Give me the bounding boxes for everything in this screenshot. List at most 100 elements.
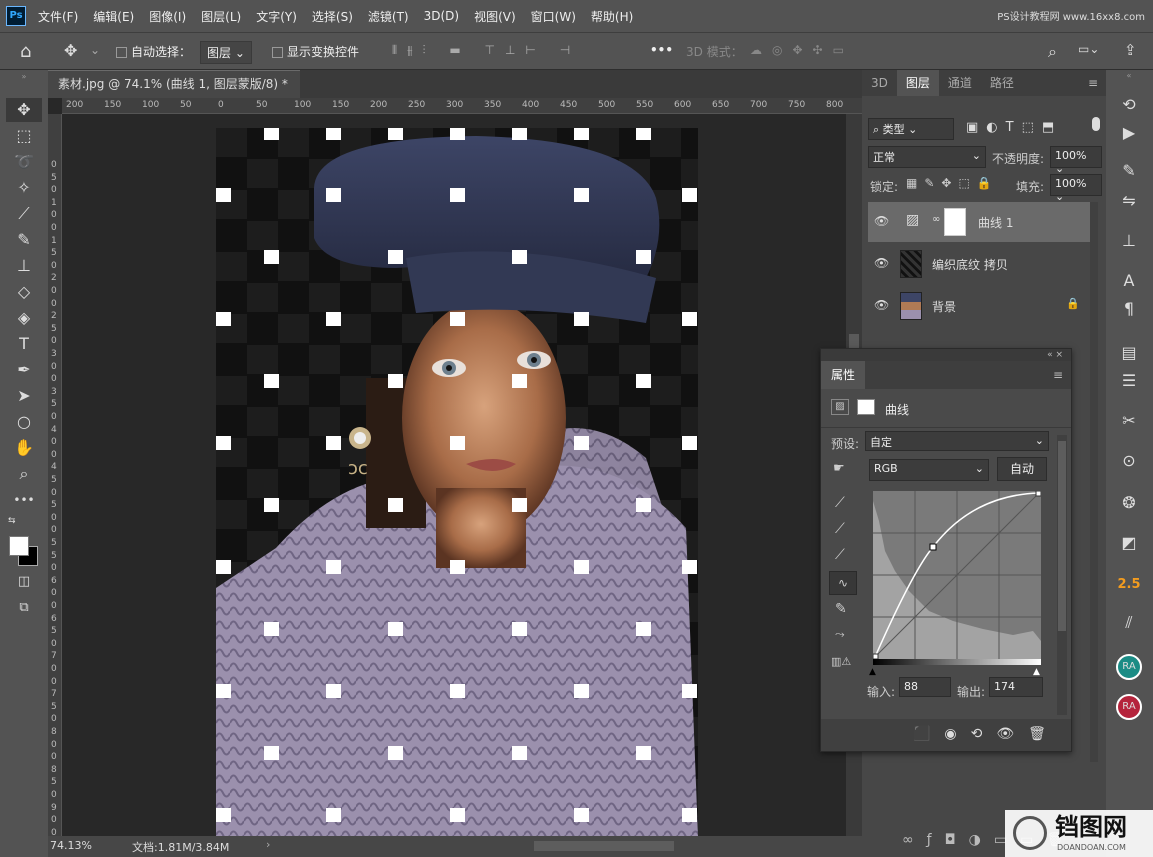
visibility-eye-icon[interactable]: 👁 [874, 256, 889, 270]
adjust-icon[interactable]: ⇋ [1114, 188, 1144, 214]
layer-row-background[interactable]: 👁 背景 🔒 [868, 286, 1092, 326]
layer-filter-dropdown[interactable]: ⌕ 类型 ⌄ [868, 118, 954, 140]
clipping-warning-icon[interactable]: ▥⚠ [831, 655, 851, 668]
move-tool-icon[interactable]: ✥ [6, 98, 42, 122]
fill-field[interactable]: 100% ⌄ [1050, 174, 1102, 203]
layer-comps-icon[interactable]: ◩ [1114, 530, 1144, 556]
share-icon[interactable]: ⇪ [1124, 41, 1137, 59]
eraser-tool-icon[interactable]: ◇ [6, 280, 42, 304]
brush-tool-icon[interactable]: ✎ [6, 228, 42, 252]
menu-window[interactable]: 窗口(W) [531, 8, 576, 25]
workspace-icon[interactable]: ▭⌄ [1078, 42, 1099, 56]
panel-menu-icon[interactable]: ≡ [1080, 70, 1106, 96]
quick-mask-icon[interactable]: ◫ [6, 570, 42, 594]
status-arrow-icon[interactable]: › [266, 838, 270, 851]
menu-edit[interactable]: 编辑(E) [93, 8, 134, 25]
version-badge[interactable]: 2.5 [1114, 572, 1144, 598]
character-icon[interactable]: A [1114, 268, 1144, 294]
menu-select[interactable]: 选择(S) [312, 8, 353, 25]
hand-tool-icon[interactable]: ✋ [6, 436, 42, 460]
chevron-down-icon[interactable]: ⌄ [90, 43, 100, 57]
photoshop-logo[interactable]: Ps [6, 6, 26, 26]
zoom-level[interactable]: 74.13% [50, 839, 92, 852]
ra-red-icon[interactable]: RA [1116, 694, 1142, 720]
move-tool-icon[interactable]: ✥ [64, 41, 77, 60]
properties-scrollbar[interactable] [1057, 435, 1067, 715]
paragraph-icon[interactable]: ¶ [1114, 296, 1144, 322]
filter-toggle[interactable] [1092, 117, 1100, 131]
menu-layer[interactable]: 图层(L) [201, 8, 241, 25]
black-point-slider[interactable]: ▲ [869, 667, 876, 677]
path-select-icon[interactable]: ➤ [6, 384, 42, 408]
navigator-icon[interactable]: ⊙ [1114, 448, 1144, 474]
output-field[interactable]: 174 [989, 677, 1043, 697]
play-icon[interactable]: ▶ [1114, 120, 1144, 146]
layer-mask-thumbnail[interactable] [944, 208, 966, 236]
horizontal-scrollbar[interactable] [534, 841, 674, 851]
smooth-curve-icon[interactable]: ⤳ [835, 627, 845, 642]
lasso-tool-icon[interactable]: ➰ [6, 150, 42, 174]
collapse-icon[interactable]: « [1114, 70, 1144, 82]
auto-select-checkbox[interactable]: 自动选择： [116, 43, 191, 60]
cc-icon[interactable]: ❂ [1114, 490, 1144, 516]
show-transform-checkbox[interactable]: 显示变换控件 [272, 43, 359, 60]
menu-help[interactable]: 帮助(H) [591, 8, 633, 25]
properties-titlebar[interactable]: « × [821, 349, 1071, 361]
curve-control-point[interactable] [929, 543, 937, 551]
home-icon[interactable]: ⌂ [20, 41, 31, 62]
gray-point-eyedropper-icon[interactable]: ⟋ [835, 521, 845, 537]
foreground-color-swatch[interactable] [9, 536, 29, 556]
libraries-icon[interactable]: ▤ [1114, 340, 1144, 366]
menu-3d[interactable]: 3D(D) [424, 9, 459, 23]
type-tool-icon[interactable]: T [6, 332, 42, 356]
input-field[interactable]: 88 [899, 677, 951, 697]
magic-wand-icon[interactable]: ✧ [6, 176, 42, 200]
swap-colors-icon[interactable]: ⇆ [8, 516, 22, 530]
stamp-tool-icon[interactable]: ⊥ [6, 254, 42, 278]
preset-dropdown[interactable]: 自定 ⌄ [865, 431, 1049, 451]
tab-properties[interactable]: 属性 [821, 361, 866, 389]
brush-icon[interactable]: ⫽ [1114, 610, 1144, 636]
3d-mode-icons[interactable]: ☁◎✥✣▭ [750, 43, 854, 57]
menu-type[interactable]: 文字(Y) [256, 8, 297, 25]
paint-bucket-icon[interactable]: ◈ [6, 306, 42, 330]
pencil-curve-icon[interactable]: ✎ [835, 601, 847, 617]
history-icon[interactable]: ⟲ [1114, 92, 1144, 118]
tool-presets-icon[interactable]: ✂ [1114, 408, 1144, 434]
menu-file[interactable]: 文件(F) [38, 8, 78, 25]
white-point-slider[interactable]: ▲ [1033, 667, 1040, 677]
clone-source-icon[interactable]: ⊥ [1114, 228, 1144, 254]
tab-paths[interactable]: 路径 [981, 70, 1023, 96]
visibility-eye-icon[interactable]: 👁 [874, 298, 889, 312]
ra-teal-icon[interactable]: RA [1116, 654, 1142, 680]
curve-point-tool-icon[interactable]: ∿ [829, 571, 857, 595]
mask-icon[interactable] [857, 399, 875, 415]
opacity-field[interactable]: 100% ⌄ [1050, 146, 1102, 175]
pen-tool-icon[interactable]: ✒ [6, 358, 42, 382]
tab-3d[interactable]: 3D [862, 70, 897, 96]
checkbox-icon[interactable] [116, 47, 127, 58]
layer-row-weave-copy[interactable]: 👁 编织底纹 拷贝 [868, 244, 1092, 284]
targeted-adjust-icon[interactable]: ☛ [833, 461, 845, 476]
auto-button[interactable]: 自动 [997, 457, 1047, 481]
search-icon[interactable]: ⌕ [1048, 42, 1057, 62]
ellipse-tool-icon[interactable]: ○ [6, 410, 42, 434]
lock-icons[interactable]: ▦✎✥⬚🔒 [906, 176, 999, 190]
tab-layers[interactable]: 图层 [896, 70, 939, 96]
visibility-eye-icon[interactable]: 👁 [874, 214, 889, 228]
tab-channels[interactable]: 通道 [939, 70, 981, 96]
zoom-tool-icon[interactable]: ⌕ [6, 462, 42, 486]
brush-settings-icon[interactable]: ✎ [1114, 158, 1144, 184]
layer-filter-icons[interactable]: ▣◐T⬚⬒ [966, 120, 1062, 135]
more-icon[interactable]: ••• [650, 43, 673, 57]
properties-action-icons[interactable]: ⬛◉⟲👁🗑 [913, 726, 1060, 742]
notes-icon[interactable]: ☰ [1114, 368, 1144, 394]
document-tab[interactable]: 素材.jpg @ 74.1% (曲线 1, 图层蒙版/8) * × [48, 70, 300, 117]
curves-adjustment-icon[interactable]: ▨ [831, 399, 849, 415]
layer-row-curves[interactable]: 👁 ▨ ∞ 曲线 1 [868, 202, 1092, 242]
layer-dropdown[interactable]: 图层 ⌄ [200, 41, 252, 64]
channel-dropdown[interactable]: RGB ⌄ [869, 459, 989, 481]
black-point-eyedropper-icon[interactable]: ⟋ [835, 495, 845, 511]
more-tools-icon[interactable]: ••• [6, 488, 42, 512]
checkbox-icon[interactable] [272, 47, 283, 58]
